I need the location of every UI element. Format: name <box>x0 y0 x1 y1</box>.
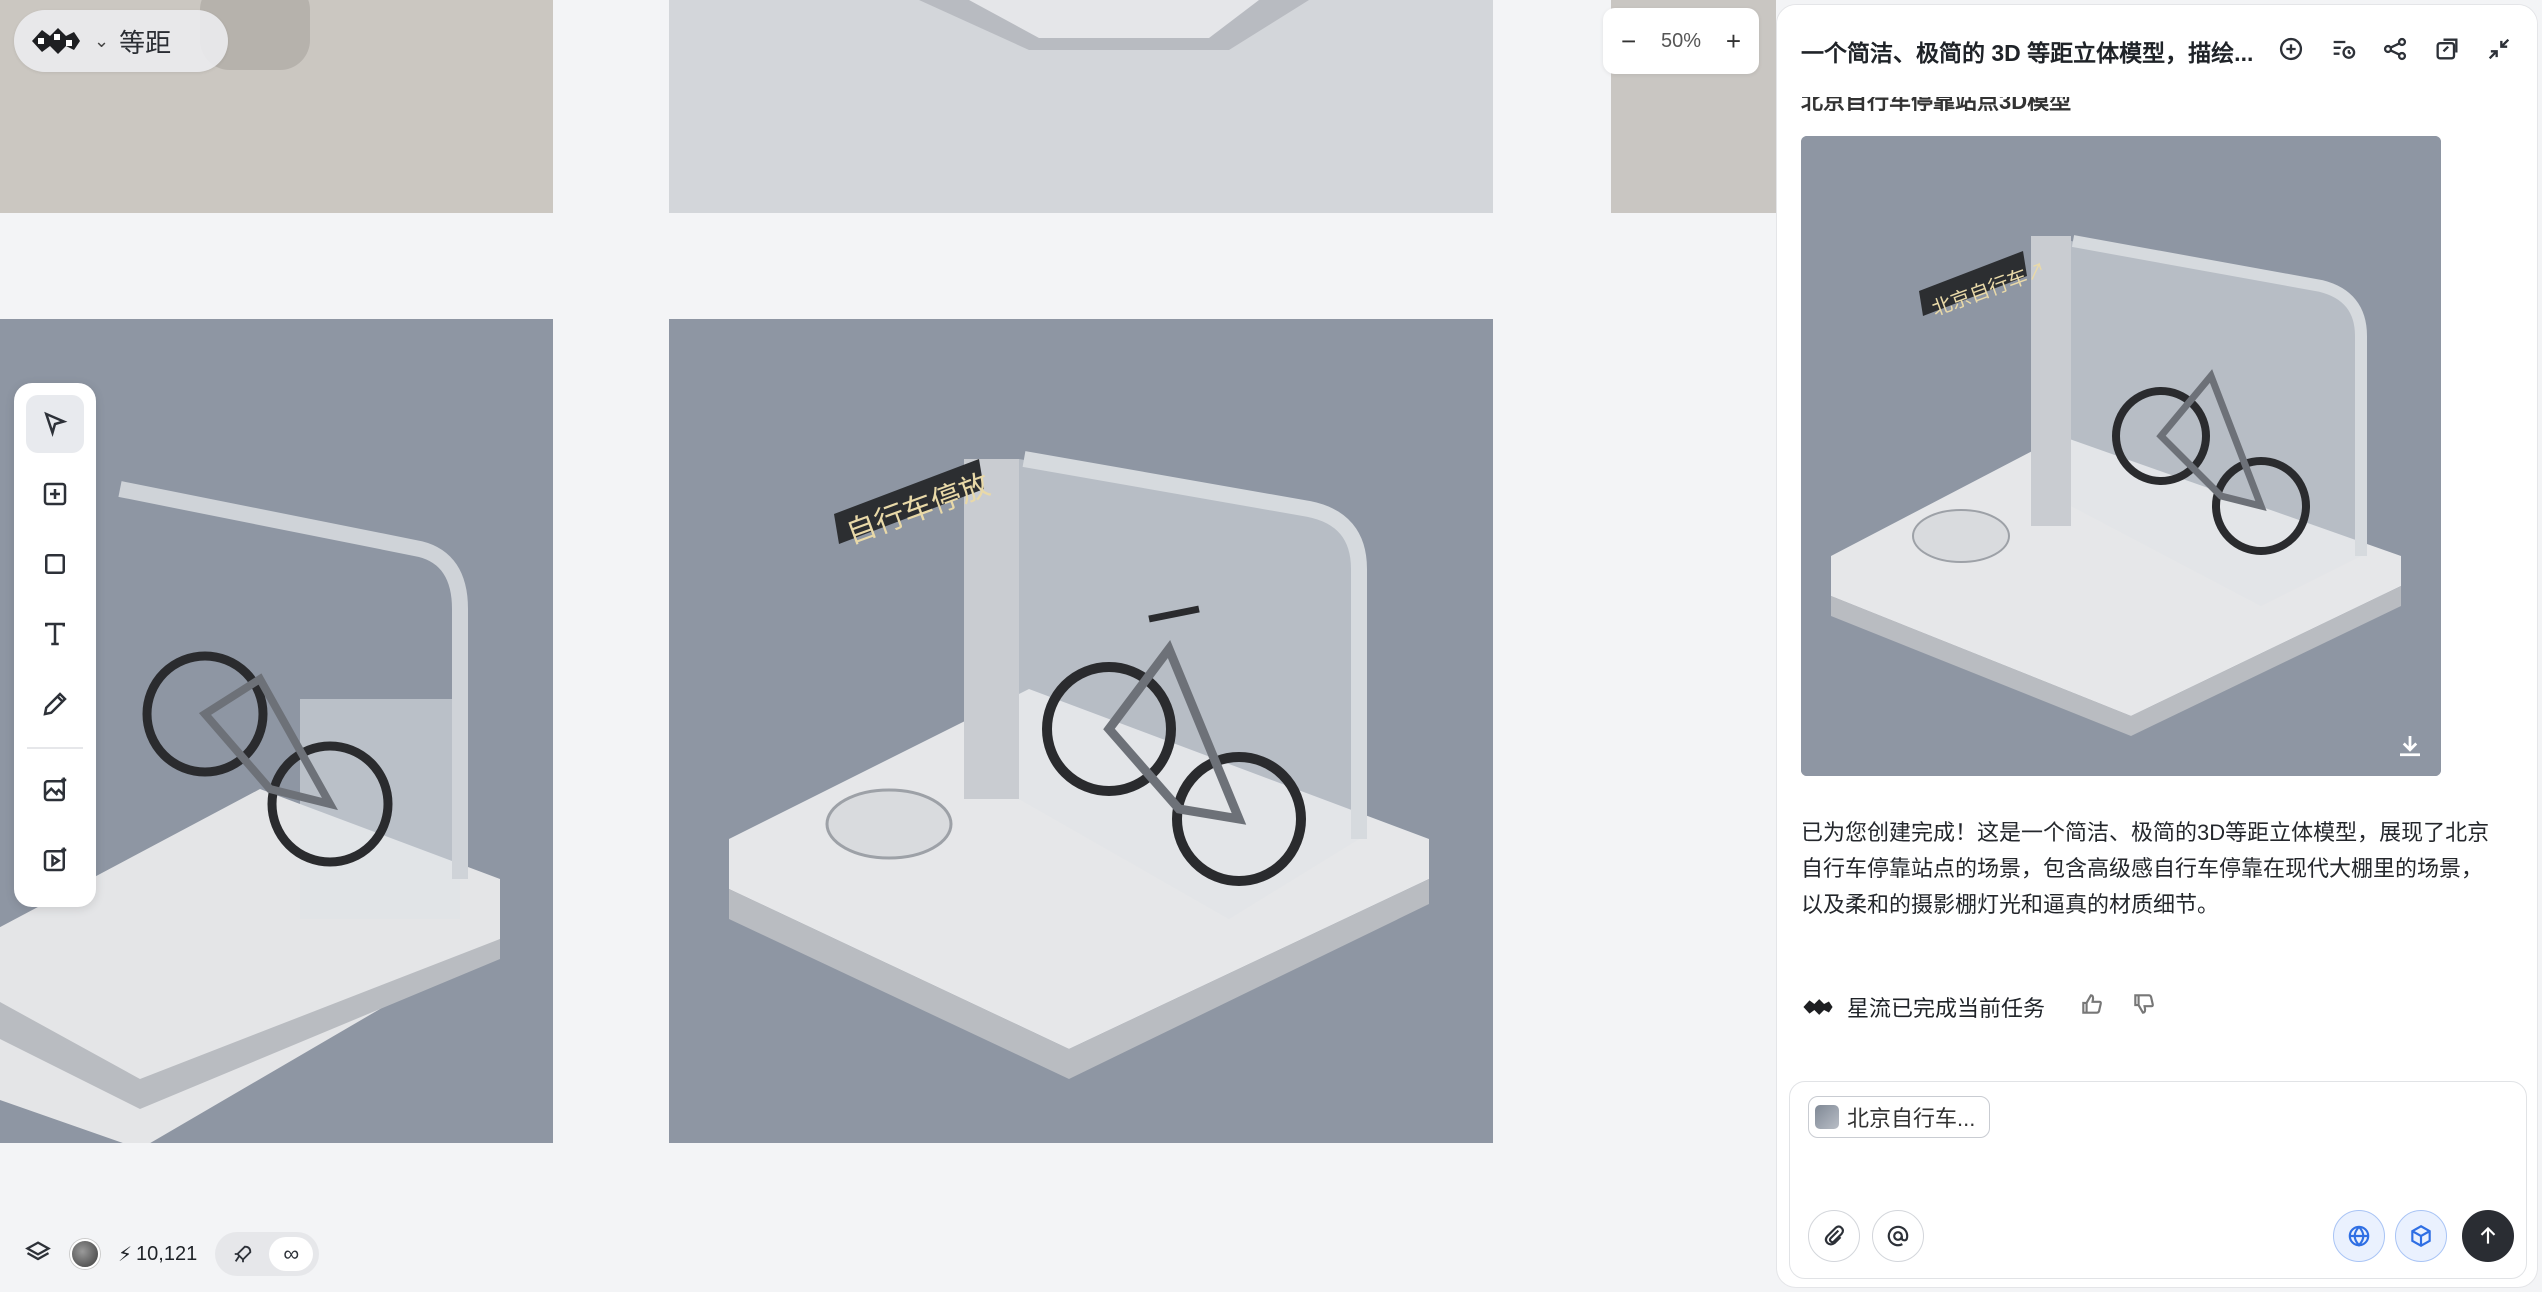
pen-tool[interactable] <box>26 675 84 733</box>
pencil-icon <box>43 692 67 716</box>
new-chat-icon <box>2279 37 2303 60</box>
avatar[interactable] <box>70 1239 100 1269</box>
image-generate-tool[interactable] <box>26 761 84 819</box>
zoom-level[interactable]: 50% <box>1661 30 1701 53</box>
plus-square-icon <box>43 482 67 506</box>
chat-header: 一个简洁、极简的 3D 等距立体模型，描绘... <box>1777 5 2537 97</box>
history-button[interactable] <box>2329 35 2357 68</box>
mention-button[interactable] <box>1872 1210 1924 1262</box>
chat-panel: 一个简洁、极简的 3D 等距立体模型，描绘... 北京自行车停靠站点3D模型 北… <box>1776 4 2538 1288</box>
new-chat-button[interactable] <box>2277 35 2305 68</box>
credits-value: 10,121 <box>136 1242 198 1265</box>
mode-switch: ∞ <box>215 1232 320 1276</box>
open-in-canvas-button[interactable] <box>2433 35 2461 68</box>
video-generate-tool[interactable] <box>26 831 84 889</box>
generated-image[interactable]: 北京自行车↗ <box>1801 136 2441 776</box>
toolbar-divider <box>27 747 83 749</box>
starflow-logo-icon <box>32 28 80 54</box>
share-button[interactable] <box>2381 35 2409 68</box>
web-search-toggle[interactable] <box>2333 1210 2385 1262</box>
zoom-control: − 50% + <box>1603 8 1759 74</box>
credits-counter: ⚡ 10,121 <box>118 1242 197 1267</box>
left-toolbar <box>14 383 96 907</box>
share-icon <box>2383 37 2407 60</box>
task-done-text: 星流已完成当前任务 <box>1847 996 2046 1021</box>
collapse-icon <box>2488 38 2510 59</box>
lightning-icon: ⚡ <box>118 1243 133 1266</box>
cube-icon <box>2411 1225 2431 1247</box>
text-t-icon <box>45 622 65 646</box>
assistant-message: 已为您创建完成！这是一个简洁、极简的3D等距立体模型，展现了北京自行车停靠站点的… <box>1801 820 2490 917</box>
3d-model-toggle[interactable] <box>2395 1210 2447 1262</box>
attachment-chip-label: 北京自行车... <box>1847 1106 1976 1131</box>
infinite-mode-button[interactable]: ∞ <box>269 1237 314 1271</box>
canvas-image-tile[interactable] <box>669 0 1493 213</box>
thumbs-down-icon <box>2134 994 2154 1014</box>
project-name: 等距 <box>119 27 172 58</box>
chevron-down-icon: ⌄ <box>94 30 110 51</box>
project-switcher[interactable]: ⌄ 等距 <box>14 10 228 72</box>
add-tool[interactable] <box>26 465 84 523</box>
zoom-in-button[interactable]: + <box>1726 26 1741 57</box>
paperclip-icon <box>1824 1225 1845 1246</box>
status-bar: ⚡ 10,121 ∞ <box>24 1232 320 1276</box>
select-tool[interactable] <box>26 395 84 453</box>
rocket-mode-button[interactable] <box>221 1237 265 1271</box>
chat-title: 一个简洁、极简的 3D 等距立体模型，描绘... <box>1801 40 2254 66</box>
layers-button[interactable] <box>24 1238 52 1271</box>
canvas-image-tile[interactable]: 自行车停放 <box>669 319 1493 1143</box>
canvas-icon <box>2436 38 2458 59</box>
starflow-logo-icon <box>1803 999 1833 1015</box>
layers-icon <box>25 1240 51 1260</box>
zoom-out-button[interactable]: − <box>1621 26 1636 57</box>
arrow-up-icon <box>2480 1226 2496 1244</box>
collapse-panel-button[interactable] <box>2485 35 2513 68</box>
rocket-icon <box>234 1245 252 1263</box>
cursor-arrow-icon <box>44 411 68 437</box>
frame-tool[interactable] <box>26 535 84 593</box>
download-icon <box>2400 736 2420 757</box>
attachment-thumbnail <box>1815 1105 1839 1129</box>
image-sparkle-icon <box>43 777 67 802</box>
dislike-button[interactable] <box>2131 991 2157 1023</box>
globe-icon <box>2348 1225 2370 1247</box>
square-icon <box>45 554 65 574</box>
download-button[interactable] <box>2395 731 2425 766</box>
attachment-chip[interactable]: 北京自行车... <box>1808 1096 1991 1138</box>
thumbs-up-icon <box>2082 994 2102 1014</box>
video-sparkle-icon <box>43 847 67 872</box>
history-icon <box>2333 40 2356 59</box>
at-sign-icon <box>1887 1225 1909 1247</box>
message-composer[interactable]: 北京自行车... <box>1789 1081 2527 1279</box>
task-status-row: 星流已完成当前任务 <box>1801 991 2157 1023</box>
send-button[interactable] <box>2462 1210 2514 1262</box>
like-button[interactable] <box>2079 991 2105 1023</box>
text-tool[interactable] <box>26 605 84 663</box>
attach-file-button[interactable] <box>1808 1210 1860 1262</box>
